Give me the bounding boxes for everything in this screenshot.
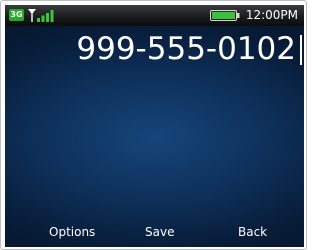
- phone-frame: 3G 12:00PM 999-555-0102 Options Save Bac…: [0, 0, 307, 250]
- signal-bars-icon: [28, 9, 54, 22]
- options-softkey[interactable]: Options: [49, 223, 95, 241]
- battery-icon: [210, 10, 240, 21]
- back-softkey[interactable]: Back: [238, 223, 267, 241]
- text-cursor: [300, 35, 302, 65]
- status-clock: 12:00PM: [245, 8, 298, 22]
- dialed-number: 999-555-0102: [76, 31, 296, 67]
- status-bar: 3G 12:00PM: [5, 5, 304, 26]
- phone-screen: 3G 12:00PM 999-555-0102 Options Save Bac…: [5, 5, 304, 247]
- network-type-badge: 3G: [9, 9, 24, 21]
- save-softkey[interactable]: Save: [145, 223, 174, 241]
